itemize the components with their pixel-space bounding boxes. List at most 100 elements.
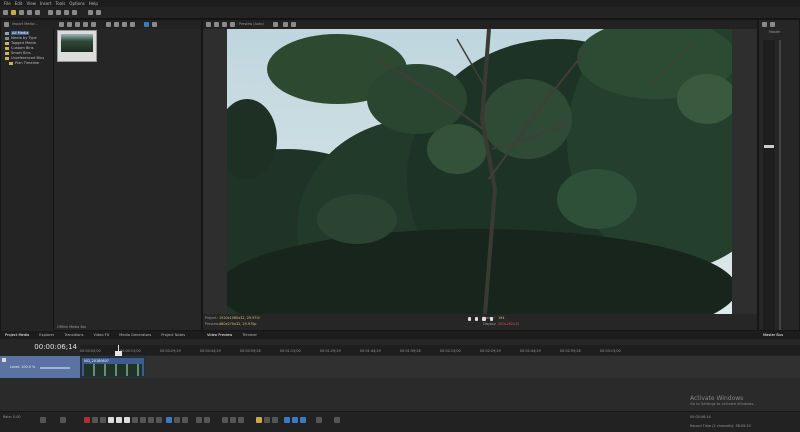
redo-icon[interactable] (72, 10, 77, 15)
menu-tools[interactable]: Tools (55, 1, 65, 6)
properties-icon[interactable] (35, 10, 40, 15)
master-fader-handle[interactable] (764, 145, 774, 148)
event-fx-button[interactable] (292, 417, 298, 423)
tree-item-unreferenced[interactable]: Unreferenced Bins (11, 56, 44, 60)
external-monitor-icon[interactable] (214, 22, 219, 27)
tree-item-tagged-media[interactable]: Tagged Media (11, 41, 36, 45)
snapshot-icon[interactable] (283, 22, 288, 27)
split-screen-icon[interactable] (230, 22, 235, 27)
overlays-icon[interactable] (273, 22, 278, 27)
zoom-in-icon[interactable] (60, 417, 66, 423)
go-to-end-button[interactable] (140, 417, 146, 423)
menu-edit[interactable]: Edit (15, 1, 23, 6)
marker-button[interactable] (238, 417, 244, 423)
preview-play-button[interactable] (468, 317, 471, 321)
delete-button[interactable] (196, 417, 202, 423)
cut-icon[interactable] (48, 10, 53, 15)
timeline-ruler[interactable]: 00:00:00;00 00:00:15;00 00:00:29;29 00:0… (80, 345, 800, 355)
tab-project-notes[interactable]: Project Notes (156, 333, 190, 337)
loop-icon[interactable] (130, 22, 135, 27)
tab-video-fx[interactable]: Video FX (88, 333, 114, 337)
region-button[interactable] (256, 417, 262, 423)
tree-item-all-media[interactable]: All Media (11, 31, 30, 35)
lock-envelopes-button[interactable] (316, 417, 322, 423)
copy-snapshot-icon[interactable] (291, 22, 296, 27)
play-from-start-button[interactable] (100, 417, 106, 423)
settings-icon[interactable] (762, 22, 767, 27)
render-icon[interactable] (27, 10, 32, 15)
video-clip[interactable]: VID_20180607 (81, 357, 145, 377)
play-button[interactable] (108, 417, 114, 423)
level-slider[interactable] (40, 367, 70, 369)
split-button[interactable] (222, 417, 228, 423)
normal-edit-tool-button[interactable] (166, 417, 172, 423)
refresh-icon[interactable] (67, 22, 72, 27)
loop-playback-button[interactable] (92, 417, 98, 423)
copy-icon[interactable] (56, 10, 61, 15)
ignore-grouping-button[interactable] (334, 417, 340, 423)
next-frame-button[interactable] (156, 417, 162, 423)
import-media-label[interactable]: Import Media... (12, 22, 38, 26)
search-icon[interactable] (144, 22, 149, 27)
video-frame[interactable] (227, 29, 732, 314)
open-icon[interactable] (11, 10, 16, 15)
fx-icon[interactable] (770, 22, 775, 27)
tab-trimmer[interactable]: Trimmer (237, 333, 262, 337)
go-to-start-button[interactable] (132, 417, 138, 423)
settings-icon[interactable] (206, 22, 211, 27)
tab-master-bus[interactable]: Master Bus (758, 333, 788, 337)
preview-status-area: Project: 1920x1080x32, 29.970i Preview: … (203, 314, 757, 330)
zoom-out-icon[interactable] (40, 417, 46, 423)
media-properties-icon[interactable] (91, 22, 96, 27)
menu-file[interactable]: File (4, 1, 11, 6)
video-track-header[interactable]: Level: 100.0 % (0, 356, 80, 378)
tree-item-plan-timeline[interactable]: Plan Timeline (15, 61, 39, 65)
stop-button[interactable] (124, 417, 130, 423)
media-thumbnail[interactable] (57, 30, 97, 62)
tab-project-media[interactable]: Project Media (0, 333, 34, 337)
snapping-button[interactable] (272, 417, 278, 423)
pause-button[interactable] (116, 417, 122, 423)
fx-icon[interactable] (222, 22, 227, 27)
stop-icon[interactable] (114, 22, 119, 27)
tree-item-smart-bins[interactable]: Smart Bins (11, 51, 31, 55)
preview-quality-dropdown[interactable]: Preview (Auto) (239, 22, 264, 26)
lock-button[interactable] (230, 417, 236, 423)
folder-icon (5, 47, 9, 50)
views-icon[interactable] (59, 22, 64, 27)
prev-frame-button[interactable] (148, 417, 154, 423)
envelope-edit-tool-button[interactable] (174, 417, 180, 423)
media-fx-icon[interactable] (83, 22, 88, 27)
auto-preview-icon[interactable] (122, 22, 127, 27)
envelope-tool-icon[interactable] (96, 10, 101, 15)
tree-item-custom-bins[interactable]: Custom Bins (11, 46, 34, 50)
tab-transitions[interactable]: Transitions (59, 333, 88, 337)
remove-icon[interactable] (75, 22, 80, 27)
preview-next-frame-button[interactable] (490, 317, 493, 321)
tree-item-media-by-type[interactable]: Media by Type (11, 36, 37, 40)
new-project-icon[interactable] (3, 10, 8, 15)
record-button[interactable] (84, 417, 90, 423)
menu-insert[interactable]: Insert (40, 1, 51, 6)
tab-media-generators[interactable]: Media Generators (114, 333, 156, 337)
import-media-icon[interactable] (4, 22, 9, 27)
menu-view[interactable]: View (26, 1, 36, 6)
master-meter (763, 40, 775, 330)
empty-track-area[interactable] (0, 378, 800, 411)
auto-ripple-button[interactable] (264, 417, 270, 423)
tab-video-preview[interactable]: Video Preview (202, 333, 237, 337)
preview-pause-button[interactable] (475, 317, 478, 321)
crossfade-button[interactable] (300, 417, 306, 423)
play-icon[interactable] (106, 22, 111, 27)
preview-stop-button[interactable] (482, 317, 486, 321)
edit-tool-icon[interactable] (88, 10, 93, 15)
event-pan-crop-button[interactable] (284, 417, 290, 423)
undo-icon[interactable] (64, 10, 69, 15)
menu-help[interactable]: Help (89, 1, 98, 6)
selection-edit-tool-button[interactable] (182, 417, 188, 423)
save-icon[interactable] (19, 10, 24, 15)
tab-explorer[interactable]: Explorer (34, 333, 59, 337)
trim-button[interactable] (204, 417, 210, 423)
menu-options[interactable]: Options (69, 1, 84, 6)
chevron-down-icon[interactable] (152, 22, 157, 27)
